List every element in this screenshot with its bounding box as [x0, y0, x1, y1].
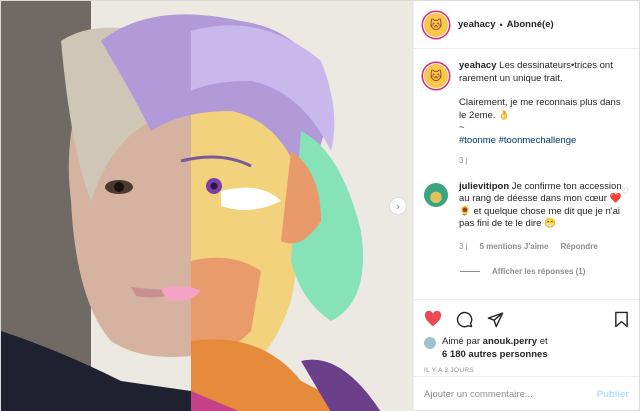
- post-actions: Aimé par anouk.perry et 6 180 autres per…: [414, 299, 639, 374]
- likes-prefix: Aimé par: [442, 336, 481, 347]
- view-replies-button[interactable]: Afficher les réponses (1): [460, 267, 629, 276]
- reply-button[interactable]: Répondre: [561, 241, 598, 254]
- caption: 🐱 yeahacy Les dessinateurs•trices ont ra…: [424, 60, 629, 168]
- header-separator: •: [499, 19, 503, 30]
- likes-text: Aimé par anouk.perry et 6 180 autres per…: [442, 336, 548, 361]
- comment-text-line: julievitipon Je confirme ton accession a…: [459, 181, 624, 231]
- commenter-username[interactable]: julievitipon: [459, 181, 509, 192]
- author-username[interactable]: yeahacy: [458, 19, 496, 30]
- view-replies-label: Afficher les réponses (1): [492, 267, 586, 276]
- instagram-post: › 🐱 yeahacy • Abonné(e) 🐱 yeahacy Les de…: [0, 0, 640, 411]
- likes-conj: et: [539, 336, 548, 347]
- caption-text-2: Clairement, je me reconnais plus dans le…: [459, 97, 621, 121]
- comment-likes[interactable]: 5 mentions J'aime: [479, 241, 548, 254]
- hashtag-toonme[interactable]: #toonme: [459, 135, 496, 146]
- replies-divider: [460, 271, 480, 272]
- likes-others[interactable]: 6 180 autres personnes: [442, 349, 548, 360]
- comment-body: julievitipon Je confirme ton accession a…: [459, 181, 624, 254]
- caption-username[interactable]: yeahacy: [459, 60, 497, 71]
- comment-meta: 3 j 5 mentions J'aime Répondre: [459, 241, 624, 254]
- post-sidebar: 🐱 yeahacy • Abonné(e) 🐱 yeahacy Les dess…: [413, 1, 639, 411]
- action-icons: [424, 306, 629, 332]
- heart-filled-icon[interactable]: [424, 311, 442, 327]
- likes-summary: Aimé par anouk.perry et 6 180 autres per…: [424, 336, 629, 361]
- bookmark-icon[interactable]: [614, 311, 629, 328]
- caption-avatar[interactable]: 🐱: [424, 64, 448, 88]
- caption-line-1: yeahacy Les dessinateurs•trices ont rare…: [459, 60, 629, 85]
- comment-icon[interactable]: [456, 311, 473, 328]
- portrait-illustration: [1, 1, 413, 411]
- post-image[interactable]: ›: [1, 1, 413, 411]
- share-icon[interactable]: [487, 311, 504, 328]
- author-avatar[interactable]: 🐱: [424, 12, 448, 37]
- post-date[interactable]: IL Y A 3 JOURS: [424, 367, 629, 374]
- comments-section: 🐱 yeahacy Les dessinateurs•trices ont ra…: [414, 50, 639, 299]
- comment-like-icon[interactable]: ♡: [621, 187, 629, 197]
- comment-time: 3 j: [459, 241, 468, 251]
- caption-tags: #toonme #toonmechallenge: [459, 135, 629, 148]
- next-image-button[interactable]: ›: [389, 197, 407, 215]
- hashtag-toonmechallenge[interactable]: #toonmechallenge: [499, 135, 577, 146]
- commenter-avatar[interactable]: [424, 182, 448, 207]
- comment-item: julievitipon Je confirme ton accession a…: [424, 181, 629, 254]
- caption-time: 3 j: [459, 156, 468, 165]
- liker-avatar[interactable]: [424, 337, 436, 349]
- comment-input[interactable]: [424, 389, 597, 400]
- caption-text-3: ~: [459, 122, 465, 133]
- post-header: 🐱 yeahacy • Abonné(e): [414, 1, 639, 49]
- caption-body: yeahacy Les dessinateurs•trices ont rare…: [459, 60, 629, 168]
- liker-username[interactable]: anouk.perry: [483, 336, 537, 347]
- add-comment-bar: Publier: [414, 376, 639, 411]
- chevron-right-icon: ›: [395, 199, 401, 213]
- follow-status[interactable]: Abonné(e): [507, 19, 554, 30]
- publish-button[interactable]: Publier: [597, 389, 629, 400]
